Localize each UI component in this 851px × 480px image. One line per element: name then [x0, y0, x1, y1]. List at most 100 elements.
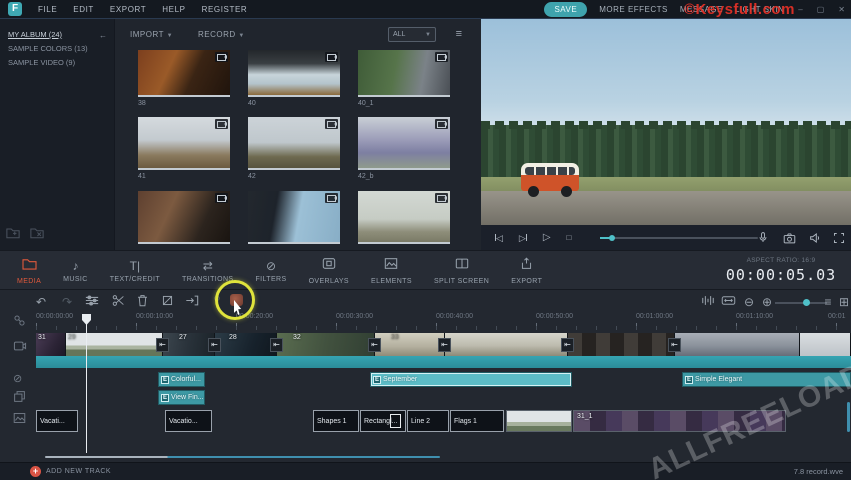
- adjust-sliders-icon[interactable]: [84, 294, 100, 310]
- zoom-out-icon[interactable]: ⊖: [741, 294, 757, 310]
- tab-export[interactable]: EXPORT: [500, 251, 553, 291]
- next-frame-icon[interactable]: ▷: [519, 233, 527, 243]
- sidebar-item-sample-video[interactable]: SAMPLE VIDEO (9): [8, 58, 114, 67]
- collapse-sidebar-icon[interactable]: ←: [99, 31, 107, 40]
- microphone-icon[interactable]: [757, 231, 769, 244]
- text-clip[interactable]: E September: [370, 372, 572, 387]
- playhead-line[interactable]: [86, 316, 87, 453]
- crop-icon[interactable]: [159, 294, 175, 310]
- audio-waveform-strip[interactable]: [36, 356, 851, 368]
- element-clip[interactable]: Vacatio...: [165, 410, 212, 432]
- media-thumbnail[interactable]: [358, 50, 450, 97]
- video-clip[interactable]: 29: [66, 333, 163, 356]
- text-clip[interactable]: E View Fin...: [158, 390, 205, 405]
- tab-split-screen[interactable]: SPLIT SCREEN: [423, 251, 500, 291]
- element-clip[interactable]: Shapes 1: [313, 410, 359, 432]
- media-thumbnail[interactable]: [138, 117, 230, 170]
- grid-view-icon[interactable]: ⊞: [836, 294, 851, 310]
- video-clip[interactable]: [675, 333, 800, 356]
- video-clip[interactable]: [800, 333, 851, 356]
- transition-icon[interactable]: ⇤: [561, 338, 574, 352]
- media-thumbnail[interactable]: [248, 191, 340, 244]
- element-clip[interactable]: Vacati...: [36, 410, 78, 432]
- list-view-icon[interactable]: ≡: [456, 28, 462, 41]
- element-clip[interactable]: Flags 1: [450, 410, 504, 432]
- video-clip[interactable]: [568, 333, 675, 356]
- split-scissors-icon[interactable]: [110, 294, 126, 310]
- link-clips-icon[interactable]: [13, 314, 26, 330]
- menu-edit[interactable]: EDIT: [73, 5, 94, 14]
- preview-video[interactable]: [481, 19, 851, 225]
- maximize-icon[interactable]: ▢: [817, 5, 825, 14]
- media-thumbnail[interactable]: [358, 191, 450, 244]
- undo-icon[interactable]: ↶: [33, 294, 49, 310]
- effects-track-icon[interactable]: ⊘: [13, 372, 22, 385]
- media-filter-select[interactable]: ALL▼: [388, 27, 436, 42]
- zoom-in-icon[interactable]: ⊕: [759, 294, 775, 310]
- more-effects-button[interactable]: MORE EFFECTS: [599, 5, 668, 14]
- minimize-icon[interactable]: –: [798, 5, 802, 14]
- track-manager-icon[interactable]: ≡: [820, 294, 836, 310]
- transition-icon[interactable]: ⇤: [270, 338, 283, 352]
- media-thumbnail-label: 42_b: [358, 173, 374, 180]
- sidebar-item-sample-colors[interactable]: SAMPLE COLORS (13): [8, 44, 114, 53]
- close-icon[interactable]: ✕: [838, 5, 845, 14]
- menu-export[interactable]: EXPORT: [110, 5, 146, 14]
- transition-icon[interactable]: ⇤: [368, 338, 381, 352]
- record-button[interactable]: RECORD ▼: [198, 30, 245, 39]
- rectangle-element-preview: [390, 414, 401, 428]
- video-clip[interactable]: [445, 333, 568, 356]
- video-clip[interactable]: 32: [277, 333, 375, 356]
- previous-frame-icon[interactable]: ◁: [495, 233, 503, 243]
- tab-music[interactable]: ♪ MUSIC: [52, 251, 99, 291]
- delete-album-icon[interactable]: [30, 226, 44, 244]
- seek-slider[interactable]: [600, 237, 758, 239]
- vertical-scrollbar[interactable]: [847, 402, 850, 432]
- media-thumbnail[interactable]: [138, 50, 230, 97]
- add-new-track-button[interactable]: + ADD NEW TRACK: [30, 466, 111, 477]
- elements-track-icon[interactable]: [13, 412, 26, 427]
- tab-elements[interactable]: ELEMENTS: [360, 251, 423, 291]
- stop-icon[interactable]: □: [567, 233, 572, 243]
- volume-icon[interactable]: [809, 232, 822, 244]
- text-clip-icon: E: [373, 376, 381, 384]
- fit-timeline-icon[interactable]: [720, 294, 736, 310]
- video-track-icon[interactable]: [13, 340, 27, 355]
- export-to-timeline-icon[interactable]: [184, 294, 200, 310]
- music-note-icon: ♪: [72, 260, 78, 273]
- tab-overlays[interactable]: OVERLAYS: [298, 251, 360, 291]
- video-clip[interactable]: 28: [215, 333, 277, 356]
- menu-help[interactable]: HELP: [162, 5, 185, 14]
- play-icon[interactable]: ▷: [543, 233, 551, 243]
- menu-file[interactable]: FILE: [38, 5, 57, 14]
- import-button[interactable]: IMPORT ▼: [130, 30, 173, 39]
- text-clip[interactable]: E Colorful...: [158, 372, 205, 387]
- media-thumbnail[interactable]: [248, 117, 340, 170]
- video-clip[interactable]: 31: [36, 333, 66, 356]
- video-clip[interactable]: 33: [375, 333, 445, 356]
- tab-filters[interactable]: ⊘ FILTERS: [245, 251, 298, 291]
- delete-trash-icon[interactable]: [134, 294, 150, 310]
- zoom-to-fit-icon[interactable]: [700, 294, 716, 310]
- save-button[interactable]: SAVE: [544, 2, 587, 17]
- media-thumbnail[interactable]: [248, 50, 340, 97]
- media-thumbnail[interactable]: [138, 191, 230, 244]
- add-album-icon[interactable]: [6, 226, 20, 244]
- tab-text-credit[interactable]: T| TEXT/CREDIT: [99, 251, 171, 291]
- transition-icon[interactable]: ⇤: [438, 338, 451, 352]
- ruler-minor-ticks[interactable]: [36, 326, 851, 330]
- element-clip[interactable]: Rectangl...: [360, 410, 406, 432]
- horizontal-scrollbar[interactable]: [45, 456, 440, 458]
- pip-track-icon[interactable]: [13, 390, 26, 406]
- snapshot-camera-icon[interactable]: [783, 232, 796, 244]
- element-clip[interactable]: Line 2: [407, 410, 449, 432]
- transition-icon[interactable]: ⇤: [668, 338, 681, 352]
- menu-register[interactable]: REGISTER: [202, 5, 248, 14]
- fullscreen-icon[interactable]: [833, 232, 845, 244]
- pip-video-clip[interactable]: [506, 410, 572, 432]
- transition-icon[interactable]: ⇤: [156, 338, 169, 352]
- redo-icon[interactable]: ↷: [59, 294, 75, 310]
- tab-media[interactable]: MEDIA: [6, 251, 52, 291]
- media-thumbnail[interactable]: [358, 117, 450, 170]
- transition-icon[interactable]: ⇤: [208, 338, 221, 352]
